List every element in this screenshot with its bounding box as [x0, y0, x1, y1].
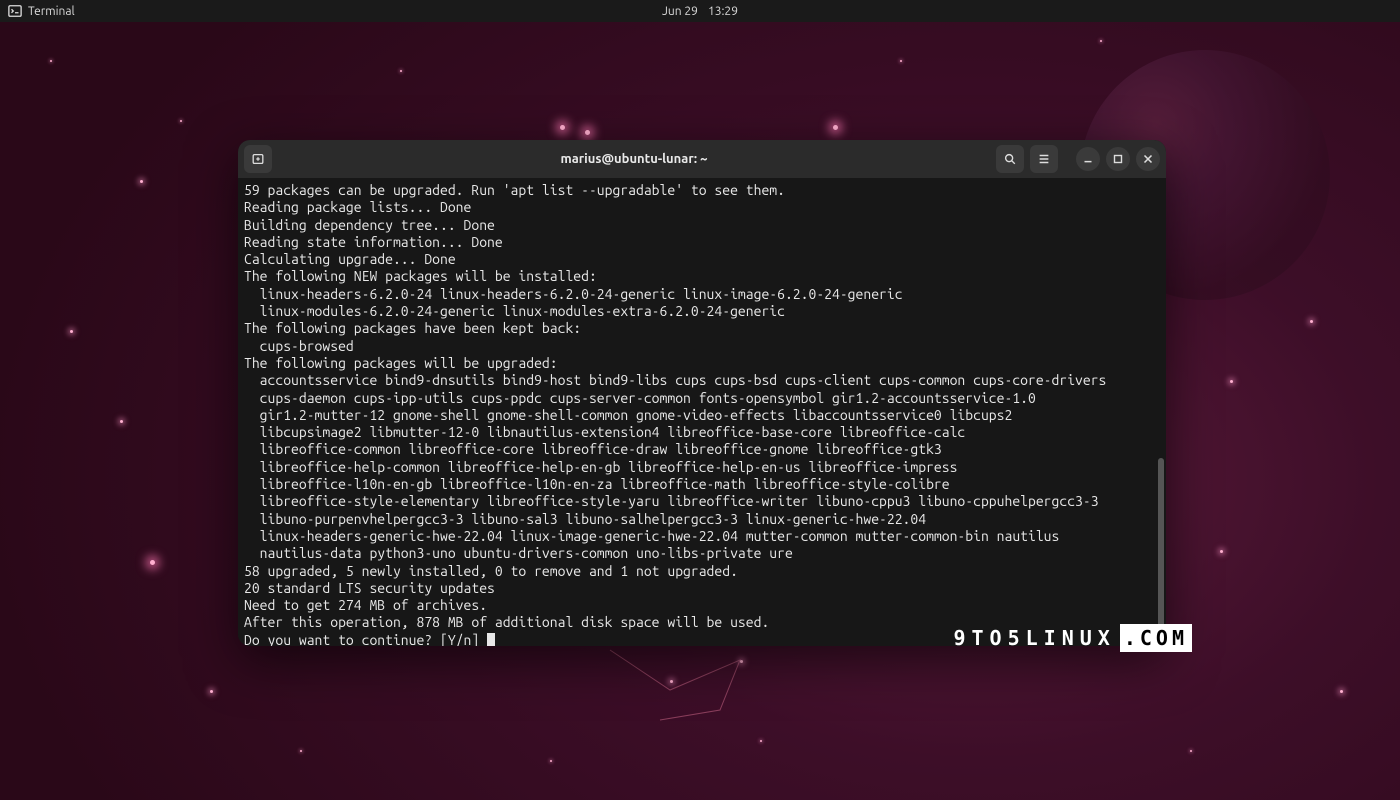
wallpaper-star	[150, 560, 155, 565]
wallpaper-star	[833, 125, 838, 130]
wallpaper-star	[1230, 380, 1233, 383]
wallpaper-star	[1190, 750, 1192, 752]
terminal-app-icon	[8, 4, 22, 18]
maximize-button[interactable]	[1106, 147, 1130, 171]
topbar-date: Jun 29	[662, 5, 698, 18]
wallpaper-star	[670, 680, 673, 683]
wallpaper-star	[400, 70, 402, 72]
terminal-output[interactable]: 59 packages can be upgraded. Run 'apt li…	[238, 178, 1166, 646]
topbar-time: 13:29	[708, 5, 738, 18]
close-button[interactable]	[1136, 147, 1160, 171]
watermark: 9TO5LINUX .COM	[953, 624, 1192, 652]
gnome-topbar: Terminal Jun 29 13:29	[0, 0, 1400, 22]
new-tab-button[interactable]	[244, 145, 272, 173]
wallpaper-star	[300, 750, 302, 752]
wallpaper-star	[50, 60, 52, 62]
wallpaper-star	[900, 60, 902, 62]
wallpaper-star	[1310, 320, 1313, 323]
clock[interactable]: Jun 29 13:29	[662, 5, 738, 18]
wallpaper-star	[140, 180, 143, 183]
terminal-scrollbar[interactable]	[1158, 458, 1164, 638]
wallpaper-star	[560, 125, 565, 130]
terminal-window: marius@ubuntu-lunar: ~ 59 packages can b…	[238, 140, 1166, 646]
wallpaper-star	[210, 690, 213, 693]
terminal-cursor	[487, 633, 495, 646]
wallpaper-star	[180, 120, 182, 122]
hamburger-menu-button[interactable]	[1030, 145, 1058, 173]
window-titlebar[interactable]: marius@ubuntu-lunar: ~	[238, 140, 1166, 178]
wallpaper-star	[1100, 40, 1102, 42]
active-app-label[interactable]: Terminal	[28, 5, 75, 18]
wallpaper-star	[70, 330, 73, 333]
wallpaper-star	[120, 420, 123, 423]
watermark-left: 9TO5LINUX	[953, 626, 1115, 650]
wallpaper-star	[585, 130, 590, 135]
minimize-button[interactable]	[1076, 147, 1100, 171]
wallpaper-constellation	[600, 640, 800, 740]
wallpaper-star	[760, 740, 762, 742]
search-button[interactable]	[996, 145, 1024, 173]
terminal-prompt: Do you want to continue? [Y/n]	[244, 632, 487, 646]
window-title: marius@ubuntu-lunar: ~	[278, 152, 990, 166]
wallpaper-star	[1340, 690, 1343, 693]
wallpaper-star	[550, 760, 552, 762]
wallpaper-star	[1220, 550, 1223, 553]
watermark-right: .COM	[1120, 624, 1192, 652]
wallpaper-star	[740, 660, 743, 663]
